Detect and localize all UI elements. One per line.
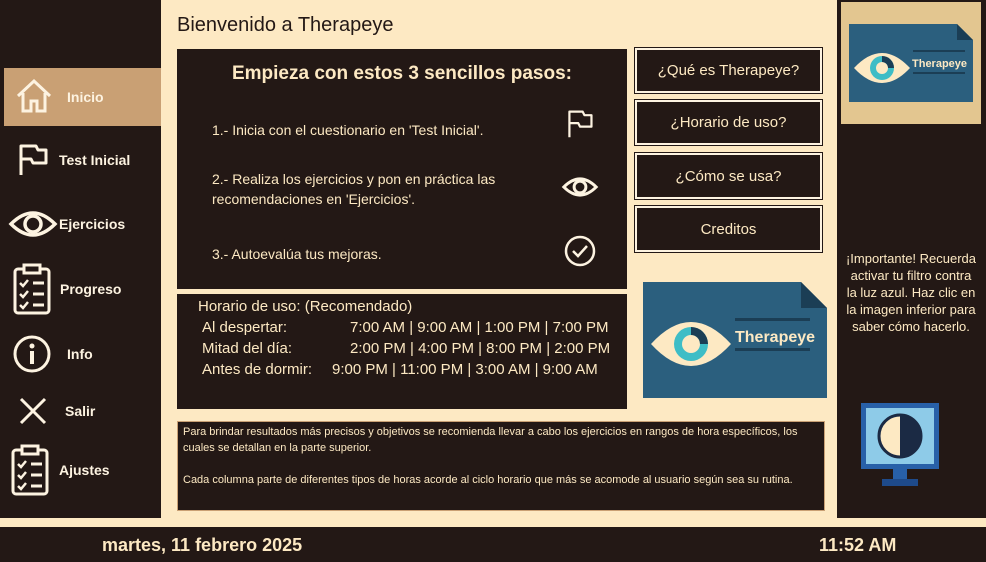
- sidebar-item-label: Inicio: [67, 89, 104, 105]
- sidebar-item-info[interactable]: Info: [4, 325, 161, 383]
- sidebar-item-ajustes[interactable]: Ajustes: [4, 441, 161, 499]
- schedule-panel: Horario de uso: (Recomendado) Al despert…: [177, 294, 627, 409]
- sidebar-item-label: Ajustes: [59, 462, 110, 478]
- sidebar-item-label: Salir: [65, 403, 96, 419]
- footer-time: 11:52 AM: [819, 535, 897, 555]
- note-paragraph: Para brindar resultados más precisos y o…: [183, 426, 798, 454]
- schedule-title: Horario de uso: (Recomendado): [198, 298, 413, 315]
- schedule-row-times: 2:00 PM | 4:00 PM | 8:00 PM | 2:00 PM: [350, 340, 611, 357]
- sidebar-item-label: Progreso: [60, 281, 122, 297]
- step-2-line2: recomendaciones en 'Ejercicios'.: [212, 191, 415, 207]
- schedule-row-times: 7:00 AM | 9:00 AM | 1:00 PM | 7:00 PM: [350, 319, 609, 336]
- eye-icon: [8, 205, 58, 243]
- schedule-row-label: Al despertar:: [202, 319, 288, 336]
- flag-icon: [565, 109, 595, 144]
- page-title: Bienvenido a Therapeye: [177, 14, 394, 36]
- sidebar-item-progreso[interactable]: Progreso: [4, 260, 161, 318]
- step-2-text: 2.- Realiza los ejercicios y pon en prác…: [212, 169, 495, 209]
- step-3-text: 3.- Autoevalúa tus mejoras.: [212, 244, 382, 264]
- therapeye-logo-small[interactable]: Therapeye: [841, 2, 981, 124]
- clipboard-list-icon: [10, 444, 50, 496]
- close-icon: [18, 396, 48, 426]
- sidebar-item-ejercicios[interactable]: Ejercicios: [4, 195, 161, 253]
- schedule-row-label: Antes de dormir:: [202, 361, 313, 378]
- sidebar-item-label: Ejercicios: [59, 216, 126, 232]
- horario-de-uso-button[interactable]: ¿Horario de uso?: [634, 99, 823, 146]
- note-paragraph: Cada columna parte de diferentes tipos d…: [183, 474, 793, 486]
- therapeye-logo[interactable]: Therapeye: [643, 282, 827, 398]
- monitor-icon[interactable]: [860, 402, 940, 488]
- clipboard-list-icon: [12, 263, 52, 315]
- step-3-line1: 3.- Autoevalúa tus mejoras.: [212, 246, 382, 262]
- note-panel: Para brindar resultados más precisos y o…: [177, 421, 825, 511]
- logo-text: Therapeye: [912, 58, 967, 70]
- sidebar-item-inicio[interactable]: Inicio: [4, 68, 161, 126]
- info-icon: [12, 334, 52, 374]
- sidebar-item-test-inicial[interactable]: Test Inicial: [4, 131, 161, 189]
- sidebar-item-label: Test Inicial: [59, 152, 131, 168]
- sidebar-item-label: Info: [67, 346, 93, 362]
- sidebar-item-salir[interactable]: Salir: [4, 382, 161, 440]
- home-icon: [14, 76, 54, 116]
- que-es-therapeye-button[interactable]: ¿Qué es Therapeye?: [634, 47, 823, 94]
- steps-panel: Empieza con estos 3 sencillos pasos: 1.-…: [177, 49, 627, 289]
- important-notice: ¡Importante! Recuerda activar tu filtro …: [845, 251, 977, 334]
- steps-title: Empieza con estos 3 sencillos pasos:: [231, 63, 572, 84]
- flag-icon: [16, 143, 50, 177]
- footer-date: martes, 11 febrero 2025: [102, 535, 303, 555]
- check-circle-icon: [564, 235, 596, 272]
- logo-text: Therapeye: [735, 329, 815, 346]
- creditos-button[interactable]: Creditos: [634, 205, 823, 253]
- schedule-row-label: Mitad del día:: [202, 340, 293, 357]
- step-1-line1: 1.- Inicia con el cuestionario en 'Test …: [212, 122, 484, 138]
- schedule-row-times: 9:00 PM | 11:00 PM | 3:00 AM | 9:00 AM: [332, 361, 598, 378]
- como-se-usa-button[interactable]: ¿Cómo se usa?: [634, 152, 823, 200]
- step-1-text: 1.- Inicia con el cuestionario en 'Test …: [212, 120, 483, 140]
- eye-icon: [561, 173, 599, 206]
- step-2-line1: 2.- Realiza los ejercicios y pon en prác…: [212, 171, 496, 187]
